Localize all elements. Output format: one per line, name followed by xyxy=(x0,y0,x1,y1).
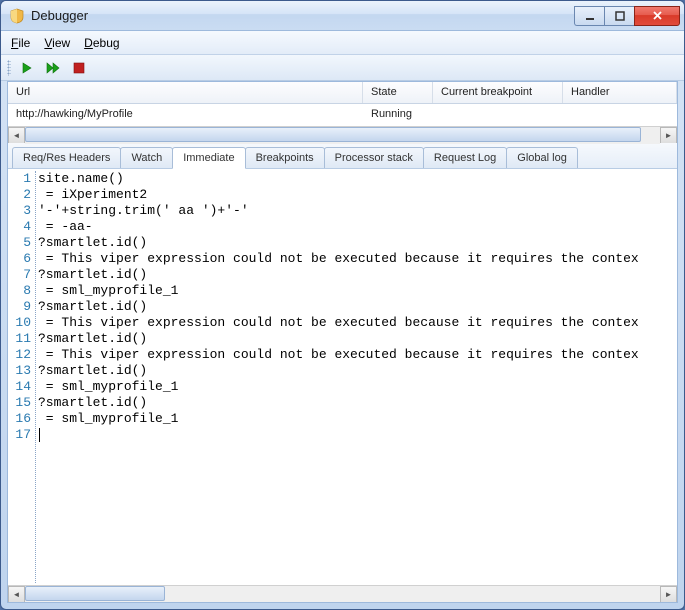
cell-handler xyxy=(563,104,677,126)
menu-debug[interactable]: Debug xyxy=(84,36,119,50)
run-all-button[interactable] xyxy=(43,58,63,78)
cell-state: Running xyxy=(363,104,433,126)
scroll-track[interactable] xyxy=(25,586,660,602)
scroll-right-icon[interactable]: ► xyxy=(660,586,677,602)
tab-immediate[interactable]: Immediate xyxy=(172,147,245,169)
editor-hscrollbar[interactable]: ◄ ► xyxy=(8,585,677,602)
maximize-button[interactable] xyxy=(604,6,634,26)
line-gutter: 1234567891011121314151617 xyxy=(8,171,36,583)
immediate-editor[interactable]: 1234567891011121314151617 site.name() = … xyxy=(8,169,677,585)
scroll-left-icon[interactable]: ◄ xyxy=(8,586,25,602)
titlebar[interactable]: Debugger xyxy=(1,1,684,31)
grid-header: Url State Current breakpoint Handler xyxy=(8,82,677,104)
col-handler[interactable]: Handler xyxy=(563,82,677,103)
window-title: Debugger xyxy=(31,8,574,23)
grid-hscrollbar[interactable]: ◄ ► xyxy=(8,126,677,143)
grid-row[interactable]: http://hawking/MyProfile Running xyxy=(8,104,677,126)
scroll-right-icon[interactable]: ► xyxy=(660,127,677,144)
debugger-window: Debugger File View Debug xyxy=(0,0,685,610)
close-button[interactable] xyxy=(634,6,680,26)
content-area: Url State Current breakpoint Handler htt… xyxy=(7,81,678,603)
editor-wrap: 1234567891011121314151617 site.name() = … xyxy=(8,169,677,602)
toolbar xyxy=(1,55,684,81)
cell-url: http://hawking/MyProfile xyxy=(8,104,363,126)
tabstrip: Req/Res Headers Watch Immediate Breakpoi… xyxy=(8,143,677,169)
tab-reqres-headers[interactable]: Req/Res Headers xyxy=(12,147,121,168)
minimize-button[interactable] xyxy=(574,6,604,26)
col-breakpoint[interactable]: Current breakpoint xyxy=(433,82,563,103)
col-state[interactable]: State xyxy=(363,82,433,103)
window-controls xyxy=(574,6,680,26)
tab-processor-stack[interactable]: Processor stack xyxy=(324,147,424,168)
cell-breakpoint xyxy=(433,104,563,126)
tab-watch[interactable]: Watch xyxy=(120,147,173,168)
toolbar-grip[interactable] xyxy=(7,60,11,76)
tab-request-log[interactable]: Request Log xyxy=(423,147,507,168)
app-icon xyxy=(9,8,25,24)
col-url[interactable]: Url xyxy=(8,82,363,103)
scroll-thumb[interactable] xyxy=(25,586,165,601)
scroll-left-icon[interactable]: ◄ xyxy=(8,127,25,144)
tab-global-log[interactable]: Global log xyxy=(506,147,578,168)
menubar: File View Debug xyxy=(1,31,684,55)
code-area[interactable]: site.name() = iXperiment2'-'+string.trim… xyxy=(36,171,677,583)
scroll-track[interactable] xyxy=(25,127,660,144)
menu-view[interactable]: View xyxy=(44,36,70,50)
stop-button[interactable] xyxy=(69,58,89,78)
menu-file[interactable]: File xyxy=(11,36,30,50)
run-button[interactable] xyxy=(17,58,37,78)
tab-breakpoints[interactable]: Breakpoints xyxy=(245,147,325,168)
scroll-thumb[interactable] xyxy=(25,127,641,142)
